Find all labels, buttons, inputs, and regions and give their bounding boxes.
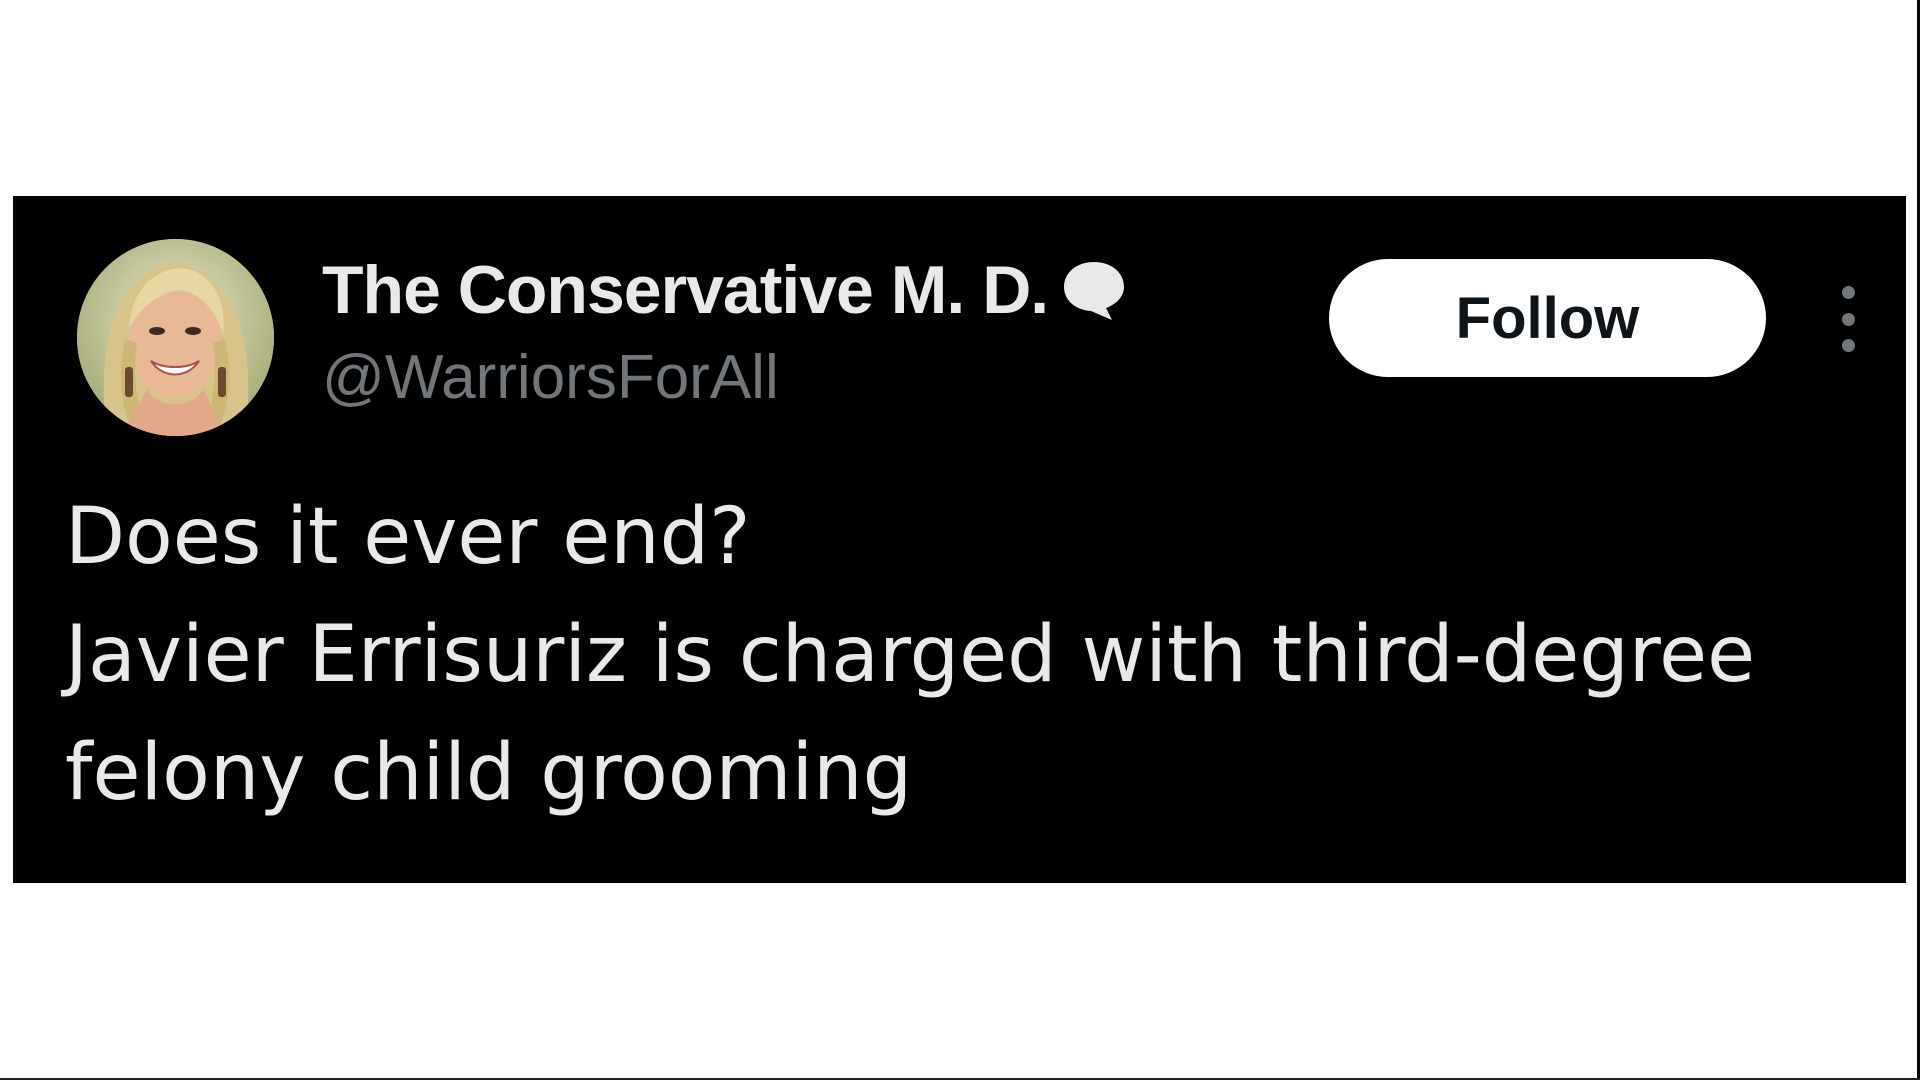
tweet-text-line: Javier Errisuriz is charged with third-d… bbox=[65, 610, 1756, 700]
author-display-name[interactable]: The Conservative M. D. bbox=[322, 251, 1049, 329]
more-dot bbox=[1841, 286, 1855, 299]
tweet-card: The Conservative M. D. @WarriorsForAll F… bbox=[13, 196, 1906, 883]
tweet-text-line: felony child grooming bbox=[65, 728, 913, 818]
page: The Conservative M. D. @WarriorsForAll F… bbox=[0, 0, 1920, 1080]
tweet-text: Does it ever end? Javier Errisuriz is ch… bbox=[65, 478, 1865, 832]
more-dot bbox=[1841, 312, 1855, 326]
avatar-image bbox=[77, 239, 274, 436]
tweet-text-line: Does it ever end? bbox=[65, 492, 751, 582]
follow-button[interactable]: Follow bbox=[1329, 259, 1766, 377]
avatar[interactable] bbox=[77, 239, 274, 436]
author-name-row: The Conservative M. D. bbox=[322, 250, 1128, 330]
author-handle[interactable]: @WarriorsForAll bbox=[322, 342, 779, 413]
more-dot bbox=[1841, 339, 1855, 352]
speech-bubble-icon bbox=[1060, 258, 1128, 322]
more-options-icon[interactable] bbox=[1838, 286, 1858, 352]
